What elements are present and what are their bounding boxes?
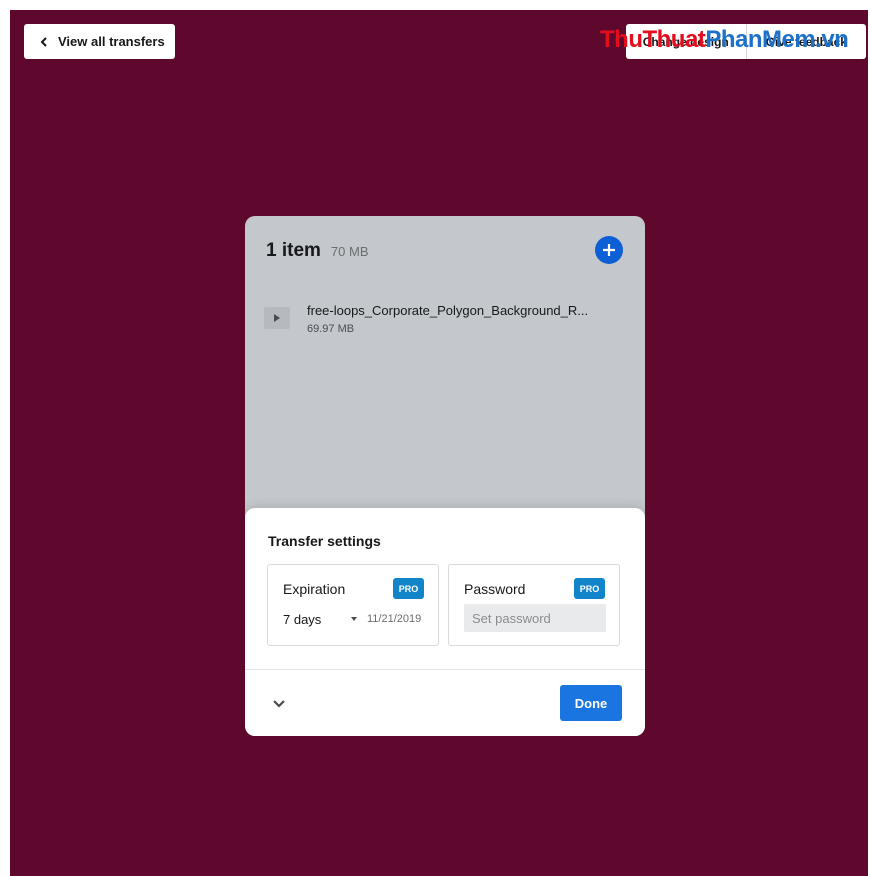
file-list-item[interactable]: free-loops_Corporate_Polygon_Background_… — [264, 303, 624, 343]
expiration-select[interactable]: 7 days — [283, 609, 357, 629]
password-label: Password — [464, 581, 526, 597]
view-all-transfers-button[interactable]: View all transfers — [24, 24, 175, 59]
password-card: Password PRO — [448, 564, 620, 646]
password-input[interactable] — [464, 604, 606, 632]
caret-down-icon — [351, 617, 357, 621]
chevron-down-icon[interactable] — [271, 696, 287, 712]
view-all-transfers-label: View all transfers — [58, 34, 165, 49]
password-pro-badge: PRO — [574, 578, 605, 599]
transfer-settings-title: Transfer settings — [268, 533, 381, 549]
done-button[interactable]: Done — [560, 685, 622, 721]
file-name: free-loops_Corporate_Polygon_Background_… — [307, 303, 589, 318]
expiration-date: 11/21/2019 — [367, 613, 422, 625]
transfer-summary: 1 item 70 MB — [266, 240, 369, 262]
expiration-value: 7 days — [283, 611, 322, 627]
total-size: 70 MB — [330, 244, 369, 259]
file-thumbnail — [264, 307, 290, 329]
add-files-button[interactable] — [595, 236, 623, 264]
watermark-part2: PhanMem.vn — [705, 26, 849, 53]
item-count: 1 item — [266, 240, 321, 261]
sheet-divider — [245, 669, 645, 670]
expiration-pro-badge: PRO — [393, 578, 424, 599]
watermark-part1: ThuThuat — [600, 26, 706, 53]
transfer-settings-sheet: Transfer settings Expiration PRO 7 days … — [245, 508, 645, 736]
file-size: 69.97 MB — [307, 323, 355, 335]
plus-icon — [603, 244, 615, 256]
transfer-panel: 1 item 70 MB free-loops_Corporate_Polygo… — [245, 216, 645, 736]
expiration-label: Expiration — [283, 581, 346, 597]
chevron-left-icon — [40, 36, 47, 47]
expiration-card: Expiration PRO 7 days 11/21/2019 — [267, 564, 439, 646]
play-icon — [274, 314, 280, 322]
watermark-logo: ThuThuat PhanMem.vn — [600, 22, 849, 58]
